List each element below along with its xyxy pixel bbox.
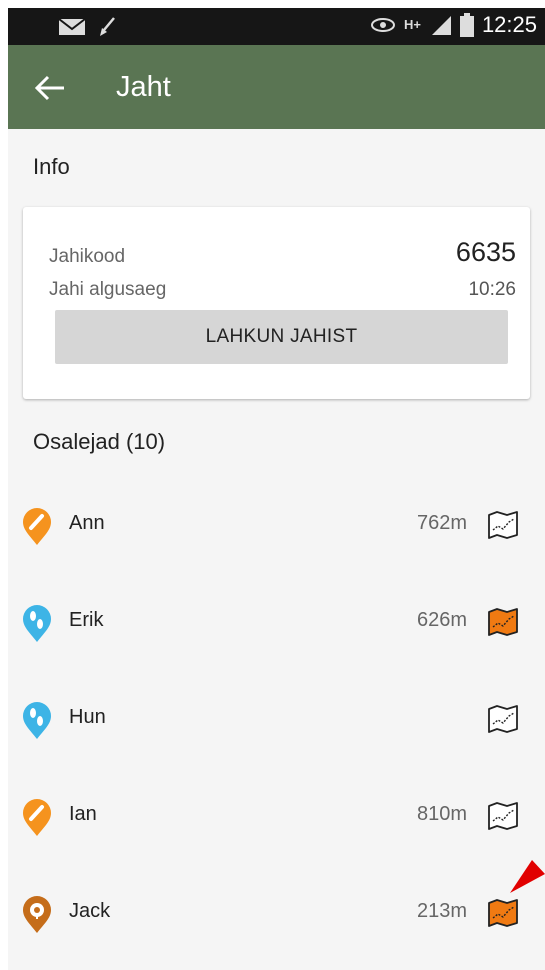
participants-section-title: Osalejad (10) [33, 429, 166, 454]
participant-row[interactable]: Erik 626m [8, 572, 545, 669]
system-icons: H+ 12:25 [370, 12, 537, 38]
pen-pin-icon [23, 508, 51, 545]
participants-list: Ann 762m Erik 626m Hun Ian 810m Jack 213… [8, 475, 545, 960]
footprints-pin-icon [23, 702, 51, 739]
map-track-icon[interactable] [486, 510, 520, 540]
hunt-code-value: 6635 [455, 237, 516, 267]
start-time-label: Jahi algusaeg [49, 279, 167, 300]
participant-row[interactable]: Hun [8, 669, 545, 766]
participant-row[interactable]: Jack 213m [8, 863, 545, 960]
signal-icon [431, 16, 451, 35]
participant-distance: 626m [416, 609, 467, 631]
clock-time: 12:25 [481, 12, 537, 37]
participant-name: Ann [69, 512, 105, 534]
battery-icon [459, 13, 474, 37]
participant-name: Erik [69, 609, 104, 631]
network-type-label: H+ [403, 17, 421, 32]
mail-icon [58, 18, 86, 35]
leave-hunt-button[interactable]: LAHKUN JAHIST [55, 310, 508, 364]
participant-distance: 213m [416, 900, 467, 922]
participant-name: Ian [69, 803, 97, 825]
page-title: Jaht [116, 71, 171, 103]
info-section-title: Info [33, 154, 70, 179]
map-track-icon[interactable] [486, 801, 520, 831]
broom-icon [100, 17, 115, 36]
map-track-active-icon[interactable] [486, 898, 520, 928]
start-time-value: 10:26 [468, 279, 516, 300]
eye-icon [370, 18, 395, 32]
participant-distance: 762m [416, 512, 467, 534]
participant-distance: 810m [416, 803, 467, 825]
hunt-code-label: Jahikood [49, 246, 126, 267]
map-track-active-icon[interactable] [486, 607, 520, 637]
participant-row[interactable]: Ian 810m [8, 766, 545, 863]
notification-icons [58, 16, 116, 38]
participant-row[interactable]: Ann 762m [8, 475, 545, 572]
screen: H+ 12:25 Jaht Info Jahikood 6635 Jahi al… [8, 8, 545, 970]
app-bar: Jaht [8, 45, 545, 129]
participant-name: Hun [69, 706, 106, 728]
map-track-icon[interactable] [486, 704, 520, 734]
participant-name: Jack [69, 900, 111, 922]
footprints-pin-icon [23, 605, 51, 642]
target-pin-icon [23, 896, 51, 933]
pen-pin-icon [23, 799, 51, 836]
status-bar: H+ 12:25 [8, 8, 545, 45]
info-card: Jahikood 6635 Jahi algusaeg 10:26 LAHKUN… [23, 207, 530, 399]
annotation-arrow-icon [510, 860, 545, 893]
back-arrow-icon[interactable] [30, 72, 70, 104]
